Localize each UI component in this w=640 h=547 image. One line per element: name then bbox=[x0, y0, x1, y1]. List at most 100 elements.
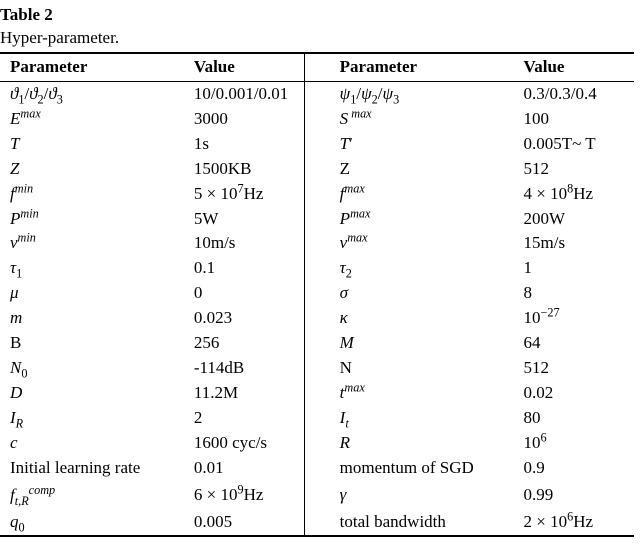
value-cell: 0.1 bbox=[184, 256, 304, 281]
param-cell: vmin bbox=[0, 231, 184, 256]
param-cell: ϑ1/ϑ2/ϑ3 bbox=[0, 81, 184, 106]
table-row: D11.2Mtmax0.02 bbox=[0, 381, 634, 406]
param-cell: N bbox=[330, 356, 514, 381]
col-divider bbox=[304, 53, 329, 81]
col-header-param-left: Parameter bbox=[0, 53, 184, 81]
table-row: μ0 σ8 bbox=[0, 281, 634, 306]
value-cell: 0.3/0.3/0.4 bbox=[514, 81, 634, 106]
value-cell: 64 bbox=[514, 331, 634, 356]
param-cell: N0 bbox=[0, 356, 184, 381]
value-cell: 106 bbox=[514, 431, 634, 456]
col-header-value-left: Value bbox=[184, 53, 304, 81]
param-cell: momentum of SGD bbox=[330, 456, 514, 481]
table-row: ft,Rcomp6 × 109Hzγ0.99 bbox=[0, 481, 634, 511]
value-cell: 10/0.001/0.01 bbox=[184, 81, 304, 106]
param-cell: σ bbox=[330, 281, 514, 306]
value-cell: 0 bbox=[184, 281, 304, 306]
value-cell: 100 bbox=[514, 107, 634, 132]
param-cell: τ1 bbox=[0, 256, 184, 281]
col-header-param-right: Parameter bbox=[330, 53, 514, 81]
value-cell: 200W bbox=[514, 207, 634, 232]
param-cell: κ bbox=[330, 306, 514, 331]
table-row: c1600 cyc/sR106 bbox=[0, 431, 634, 456]
value-cell: 2 × 106Hz bbox=[514, 510, 634, 536]
param-cell: Z bbox=[330, 157, 514, 182]
value-cell: 0.9 bbox=[514, 456, 634, 481]
param-cell: M bbox=[330, 331, 514, 356]
param-cell: ft,Rcomp bbox=[0, 481, 184, 511]
table-row: Initial learning rate0.01momentum of SGD… bbox=[0, 456, 634, 481]
value-cell: 0.023 bbox=[184, 306, 304, 331]
value-cell: 0.01 bbox=[184, 456, 304, 481]
param-cell: S max bbox=[330, 107, 514, 132]
value-cell: 15m/s bbox=[514, 231, 634, 256]
param-cell: fmax bbox=[330, 182, 514, 207]
value-cell: 1600 cyc/s bbox=[184, 431, 304, 456]
param-cell: γ bbox=[330, 481, 514, 511]
value-cell: 5 × 107Hz bbox=[184, 182, 304, 207]
table-row: vmin10m/svmax15m/s bbox=[0, 231, 634, 256]
table-row: τ10.1 τ21 bbox=[0, 256, 634, 281]
value-cell: 512 bbox=[514, 157, 634, 182]
value-cell: 512 bbox=[514, 356, 634, 381]
col-divider bbox=[304, 207, 329, 232]
param-cell: Pmax bbox=[330, 207, 514, 232]
table-row: T1sT′0.005T~ T bbox=[0, 132, 634, 157]
param-cell: R bbox=[330, 431, 514, 456]
param-cell: T bbox=[0, 132, 184, 157]
value-cell: 80 bbox=[514, 406, 634, 431]
param-cell: Emax bbox=[0, 107, 184, 132]
value-cell: 8 bbox=[514, 281, 634, 306]
value-cell: 5W bbox=[184, 207, 304, 232]
param-cell: T′ bbox=[330, 132, 514, 157]
value-cell: 6 × 109Hz bbox=[184, 481, 304, 511]
table-body: ϑ1/ϑ2/ϑ310/0.001/0.01ψ1/ψ2/ψ30.3/0.3/0.4… bbox=[0, 81, 634, 536]
value-cell: 4 × 108Hz bbox=[514, 182, 634, 207]
value-cell: 1s bbox=[184, 132, 304, 157]
table-row: Emax3000S max100 bbox=[0, 107, 634, 132]
value-cell: 10−27 bbox=[514, 306, 634, 331]
table-row: fmin5 × 107Hzfmax4 × 108Hz bbox=[0, 182, 634, 207]
value-cell: 0.005 bbox=[184, 510, 304, 536]
param-cell: It bbox=[330, 406, 514, 431]
value-cell: 256 bbox=[184, 331, 304, 356]
param-cell: tmax bbox=[330, 381, 514, 406]
value-cell: 0.02 bbox=[514, 381, 634, 406]
param-cell: Z bbox=[0, 157, 184, 182]
col-divider bbox=[304, 406, 329, 431]
col-divider bbox=[304, 510, 329, 536]
col-divider bbox=[304, 256, 329, 281]
table-row: m0.023 κ10−27 bbox=[0, 306, 634, 331]
param-cell: B bbox=[0, 331, 184, 356]
param-cell: m bbox=[0, 306, 184, 331]
table-row: Pmin5W Pmax200W bbox=[0, 207, 634, 232]
param-cell: IR bbox=[0, 406, 184, 431]
col-divider bbox=[304, 81, 329, 106]
table-row: B256 M64 bbox=[0, 331, 634, 356]
col-divider bbox=[304, 456, 329, 481]
hyperparameter-table: Parameter Value Parameter Value ϑ1/ϑ2/ϑ3… bbox=[0, 52, 634, 537]
table-row: N0-114dBN512 bbox=[0, 356, 634, 381]
param-cell: Pmin bbox=[0, 207, 184, 232]
param-cell: q0 bbox=[0, 510, 184, 536]
col-divider bbox=[304, 132, 329, 157]
col-header-value-right: Value bbox=[514, 53, 634, 81]
col-divider bbox=[304, 157, 329, 182]
table-row: Z1500KBZ512 bbox=[0, 157, 634, 182]
table-row: ϑ1/ϑ2/ϑ310/0.001/0.01ψ1/ψ2/ψ30.3/0.3/0.4 bbox=[0, 81, 634, 106]
col-divider bbox=[304, 306, 329, 331]
col-divider bbox=[304, 107, 329, 132]
table-caption: Hyper-parameter. bbox=[0, 27, 634, 50]
table-row: q00.005 total bandwidth2 × 106Hz bbox=[0, 510, 634, 536]
value-cell: 1 bbox=[514, 256, 634, 281]
param-cell: μ bbox=[0, 281, 184, 306]
col-divider bbox=[304, 431, 329, 456]
col-divider bbox=[304, 281, 329, 306]
col-divider bbox=[304, 356, 329, 381]
param-cell: τ2 bbox=[330, 256, 514, 281]
param-cell: total bandwidth bbox=[330, 510, 514, 536]
col-divider bbox=[304, 381, 329, 406]
value-cell: 1500KB bbox=[184, 157, 304, 182]
table-row: IR2It80 bbox=[0, 406, 634, 431]
value-cell: 11.2M bbox=[184, 381, 304, 406]
